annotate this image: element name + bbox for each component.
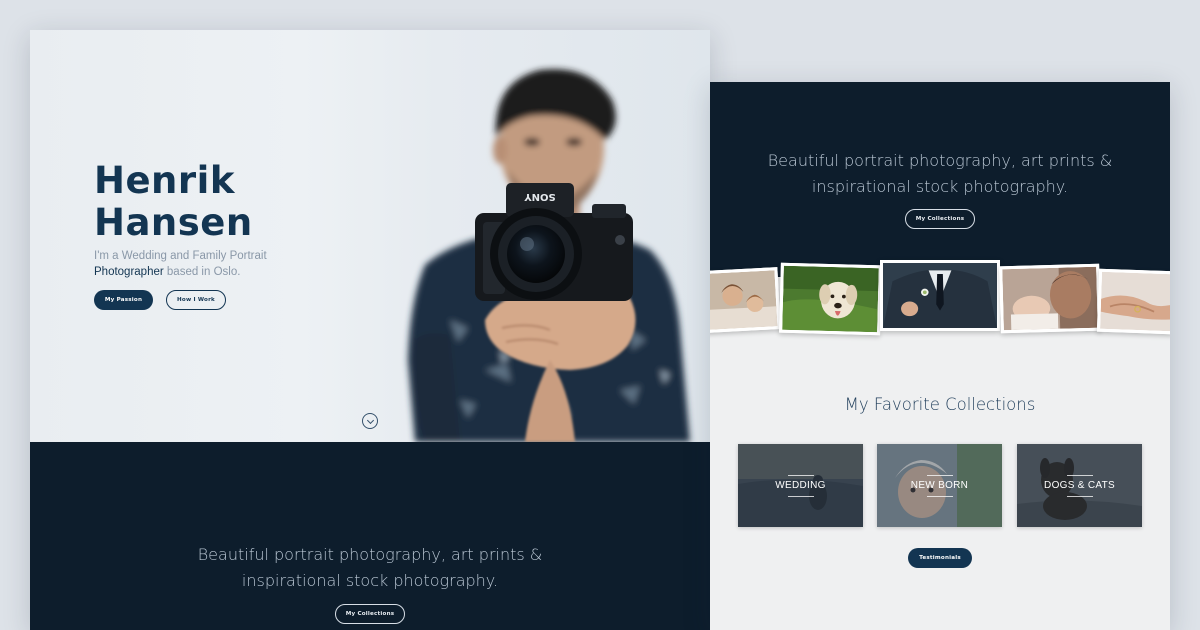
collection-card-wedding[interactable]: WEDDING <box>738 444 863 527</box>
my-collections-button-right[interactable]: My Collections <box>905 209 975 229</box>
tagline-right: Beautiful portrait photography, art prin… <box>710 148 1170 200</box>
collections-page-preview: Beautiful portrait photography, art prin… <box>710 82 1170 630</box>
photo-strip <box>710 260 1170 336</box>
tagline-line1: Beautiful portrait photography, art prin… <box>197 545 543 564</box>
testimonials-button[interactable]: Testimonials <box>908 548 972 568</box>
photo-father-baby <box>999 263 1101 334</box>
hero-intro: I'm a Wedding and Family Portrait Photog… <box>94 248 304 280</box>
collection-label-new-born: NEW BORN <box>910 480 969 491</box>
collection-label-wedding: WEDDING <box>775 480 826 491</box>
photo-groom <box>880 260 1000 331</box>
chevron-down-circle-icon[interactable] <box>362 413 378 429</box>
hero-title: Henrik Hansen <box>94 160 253 244</box>
hero-last-name: Hansen <box>94 201 253 244</box>
collection-card-new-born[interactable]: NEW BORN <box>877 444 1002 527</box>
my-passion-button[interactable]: My Passion <box>94 290 153 310</box>
divider-bottom <box>1066 496 1093 497</box>
collection-card-dogs-cats[interactable]: DOGS & CATS <box>1017 444 1142 527</box>
tagline: Beautiful portrait photography, art prin… <box>30 542 710 594</box>
hero-section: SONY Henrik Hansen I'm a Wedding and Fam… <box>30 30 710 442</box>
hero-intro-text-end: based in Oslo. <box>163 266 241 278</box>
tagline-right-line2: inspirational stock photography. <box>811 177 1069 196</box>
hero-intro-text: I'm a Wedding and Family Portrait <box>94 250 267 262</box>
collections-title: My Favorite Collections <box>844 395 1036 414</box>
photo-children <box>710 267 781 333</box>
divider-bottom <box>926 496 953 497</box>
how-i-work-button[interactable]: How I Work <box>166 290 226 310</box>
camera-brand-label: SONY <box>524 191 556 202</box>
photo-hands <box>1096 268 1170 335</box>
homepage-preview: SONY Henrik Hansen I'm a Wedding and Fam… <box>30 30 710 630</box>
tagline-section: Beautiful portrait photography, art prin… <box>710 82 1170 277</box>
tagline-line2: inspirational stock photography. <box>241 571 499 590</box>
photo-dog <box>779 262 882 336</box>
collection-label-dogs-cats: DOGS & CATS <box>1044 480 1115 491</box>
my-collections-button[interactable]: My Collections <box>335 604 405 624</box>
hero-intro-highlight: Photographer <box>94 266 164 278</box>
divider-bottom <box>787 496 814 497</box>
hero-first-name: Henrik <box>94 159 235 202</box>
tagline-right-line1: Beautiful portrait photography, art prin… <box>767 151 1113 170</box>
